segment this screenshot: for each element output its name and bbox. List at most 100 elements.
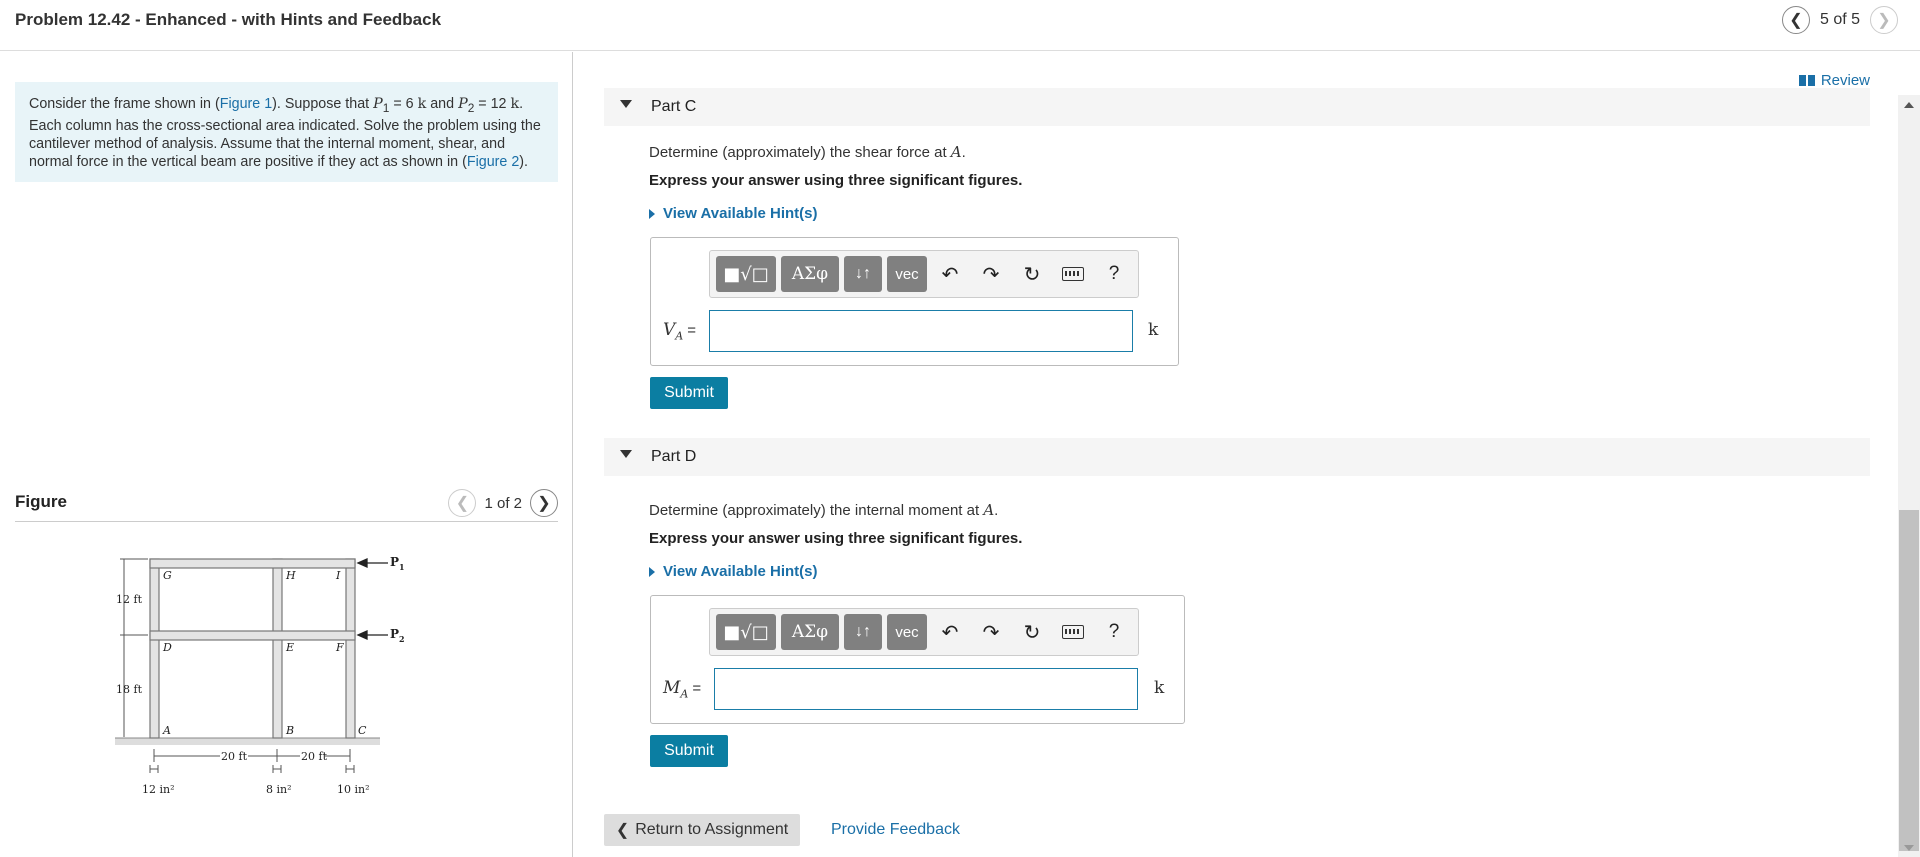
part-c-header[interactable]: Part C [604,88,1870,126]
statement-text: = 12 [474,96,511,112]
height-18ft-label: 18 ft [116,683,143,696]
load-p1-label: P1 [390,555,405,572]
p1-symbol: P [373,96,383,112]
part-d-instruction: Express your answer using three signific… [649,530,1023,547]
height-12ft-label: 12 ft [116,593,143,606]
joint-b-label: B [285,724,294,737]
part-c-hint-toggle[interactable]: View Available Hint(s) [649,205,818,222]
joint-g-label: G [163,569,172,582]
joint-d-label: D [162,641,172,654]
scroll-down-arrow-icon[interactable] [1904,845,1914,851]
keyboard-icon[interactable] [1055,614,1091,650]
greek-symbols-button[interactable]: ΑΣφ [781,614,839,650]
statement-text: . [519,96,524,112]
scroll-up-arrow-icon[interactable] [1904,102,1914,108]
undo-icon[interactable]: ↶ [932,614,968,650]
part-c-title: Part C [651,98,697,115]
part-d-title: Part D [651,448,697,465]
part-d-answer-input[interactable] [714,668,1138,710]
vector-button[interactable]: vec [887,614,927,650]
width-20ft-label-2: 20 ft [301,750,328,763]
reset-icon[interactable]: ↻ [1014,256,1050,292]
statement-text: Consider the frame shown in ( [29,96,220,112]
caret-right-icon [649,566,655,577]
statement-text: ). Suppose that [272,96,374,112]
book-icon [1798,75,1815,86]
chevron-left-icon: ❮ [615,822,630,839]
figure-pager: ❮ 1 of 2 ❯ [448,489,558,517]
keyboard-icon[interactable] [1055,256,1091,292]
collapse-arrow-icon [620,100,632,108]
caret-right-icon [649,208,655,219]
figure-count: 1 of 2 [484,494,522,512]
next-figure-button[interactable]: ❯ [530,489,558,517]
figure-label: Figure [15,492,67,511]
p2-symbol: P [458,96,468,112]
return-label: Return to Assignment [635,821,789,838]
chevron-left-icon: ❮ [1789,12,1803,29]
collapse-arrow-icon [620,450,632,458]
part-c-answer-input[interactable] [709,310,1133,352]
help-icon[interactable]: ? [1096,614,1132,650]
arrows-button[interactable]: ↓↑ [844,256,882,292]
unit-k: k [510,96,520,112]
chevron-right-icon: ❯ [1877,12,1891,29]
part-c-math-toolbar: ■√□ ΑΣφ ↓↑ vec ↶ ↷ ↻ ? [709,250,1139,298]
joint-i-label: I [335,569,341,582]
column-b [272,558,283,739]
figure-2-link[interactable]: Figure 2 [467,154,519,170]
part-d-math-toolbar: ■√□ ΑΣφ ↓↑ vec ↶ ↷ ↻ ? [709,608,1139,656]
width-20ft-label-1: 20 ft [221,750,248,763]
beam-middle [149,630,356,641]
reset-icon[interactable]: ↻ [1014,614,1050,650]
joint-c-label: C [358,724,367,737]
figure-1-link[interactable]: Figure 1 [220,96,272,112]
review-label: Review [1820,72,1870,89]
joint-h-label: H [285,569,296,582]
provide-feedback-link[interactable]: Provide Feedback [831,821,960,839]
next-problem-button[interactable]: ❯ [1870,6,1898,34]
templates-button[interactable]: ■√□ [716,614,776,650]
part-c-submit-button[interactable]: Submit [650,377,728,409]
arrows-button[interactable]: ↓↑ [844,614,882,650]
part-c-instruction: Express your answer using three signific… [649,172,1023,189]
right-pane: Review Part C Determine (approximately) … [574,52,1920,857]
undo-icon[interactable]: ↶ [932,256,968,292]
vector-button[interactable]: vec [887,256,927,292]
top-bar: Problem 12.42 - Enhanced - with Hints an… [0,0,1920,51]
hint-label: View Available Hint(s) [663,563,818,580]
scrollbar[interactable] [1898,95,1920,857]
templates-button[interactable]: ■√□ [716,256,776,292]
part-c-unit: k [1148,320,1159,340]
joint-a-label: A [162,724,171,737]
part-c-question: Determine (approximately) the shear forc… [649,143,966,161]
return-to-assignment-button[interactable]: ❮ Return to Assignment [604,814,800,846]
part-d-answer-box: ■√□ ΑΣφ ↓↑ vec ↶ ↷ ↻ ? MA = k [650,595,1185,724]
problem-count: 5 of 5 [1819,11,1860,28]
chevron-left-icon: ❮ [455,495,470,512]
column-a [149,558,160,739]
help-icon[interactable]: ? [1096,256,1132,292]
part-d-submit-button[interactable]: Submit [650,735,728,767]
area-10in2-label: 10 in² [337,783,370,796]
problem-pager: ❮ 5 of 5 ❯ [1781,6,1898,34]
review-link[interactable]: Review [1798,72,1870,89]
part-d-hint-toggle[interactable]: View Available Hint(s) [649,563,818,580]
part-d-unit: k [1154,678,1165,698]
ground [115,738,380,745]
statement-text: Each column has the cross-sectional area… [29,117,541,170]
joint-f-label: F [335,641,344,654]
scrollbar-thumb[interactable] [1899,510,1919,851]
part-c-variable-label: VA = [663,320,696,343]
area-8in2-label: 8 in² [266,783,292,796]
redo-icon[interactable]: ↷ [973,614,1009,650]
unit-k: k [417,96,427,112]
prev-problem-button[interactable]: ❮ [1781,6,1810,34]
column-c [345,558,356,739]
part-d-header[interactable]: Part D [604,438,1870,476]
statement-text: = 6 [389,96,418,112]
prev-figure-button[interactable]: ❮ [448,489,477,517]
figure-header: Figure ❮ 1 of 2 ❯ [15,489,558,522]
redo-icon[interactable]: ↷ [973,256,1009,292]
greek-symbols-button[interactable]: ΑΣφ [781,256,839,292]
